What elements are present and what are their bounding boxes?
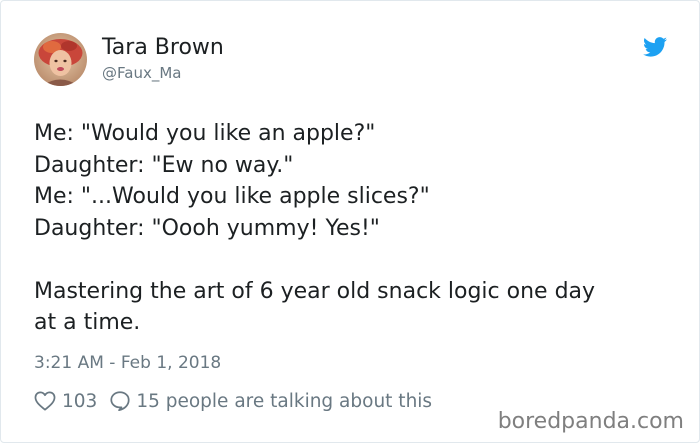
heart-icon — [34, 391, 56, 411]
speech-bubble-icon — [109, 390, 131, 412]
twitter-bird-glyph — [643, 37, 667, 57]
avatar-image — [34, 33, 87, 86]
tweet-timestamp[interactable]: 3:21 AM - Feb 1, 2018 — [34, 352, 221, 374]
tweet-line: Mastering the art of 6 year old snack lo… — [34, 278, 596, 304]
watermark: boredpanda.com — [497, 409, 684, 434]
tweet-text: Me: "Would you like an apple?" Daughter:… — [34, 118, 595, 339]
tweet-line: Me: "...Would you like apple slices?" — [34, 184, 430, 209]
tweet-line: at a time. — [34, 310, 141, 335]
tweet-line: Daughter: "Oooh yummy! Yes!" — [34, 215, 380, 241]
like-button[interactable]: 103 — [34, 391, 109, 412]
tweet-line: Me: "Would you like an apple?" — [34, 121, 376, 146]
reply-count-text: 15 people are talking about this — [136, 390, 433, 412]
tweet-card: Tara Brown @Faux_Ma Me: "Would you like … — [0, 0, 700, 443]
like-count: 103 — [62, 390, 98, 412]
author-name[interactable]: Tara Brown — [102, 34, 224, 62]
author-handle[interactable]: @Faux_Ma — [102, 63, 181, 83]
twitter-bird-icon[interactable] — [643, 37, 667, 57]
tweet-line: Daughter: "Ew no way." — [34, 152, 294, 178]
reply-button[interactable]: 15 people are talking about this — [109, 390, 432, 412]
avatar[interactable] — [34, 33, 87, 86]
tweet-actions: 103 15 people are talking about this — [34, 389, 432, 413]
